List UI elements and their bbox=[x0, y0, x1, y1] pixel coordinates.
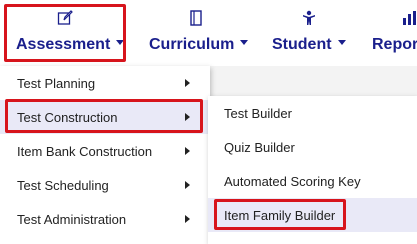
chevron-down-icon bbox=[240, 40, 249, 46]
menu-item-test-planning[interactable]: Test Planning bbox=[0, 66, 210, 100]
chevron-down-icon bbox=[337, 40, 346, 46]
nav-reports-label: Repor bbox=[372, 36, 417, 53]
highlight-box-item-family-builder bbox=[214, 199, 346, 230]
nav-student[interactable]: Student bbox=[262, 0, 352, 66]
chevron-right-icon bbox=[185, 79, 190, 87]
menu-item-label: Test Administration bbox=[17, 212, 127, 227]
notebook-icon bbox=[189, 10, 203, 31]
chevron-right-icon bbox=[185, 147, 190, 155]
submenu-item-automated-scoring-key[interactable]: Automated Scoring Key bbox=[208, 164, 417, 198]
nav-reports[interactable]: Repor bbox=[362, 0, 417, 66]
nav-student-label: Student bbox=[272, 36, 346, 54]
menu-item-test-scheduling[interactable]: Test Scheduling bbox=[0, 168, 210, 202]
menu-item-item-bank-construction[interactable]: Item Bank Construction bbox=[0, 134, 210, 168]
highlight-box-test-construction bbox=[5, 99, 203, 133]
top-navigation-bar: Assessment Curriculum Student Repor bbox=[0, 0, 417, 66]
menu-item-label: Item Bank Construction bbox=[17, 144, 153, 159]
highlight-box-assessment bbox=[4, 4, 126, 62]
menu-item-label: Test Planning bbox=[17, 76, 96, 91]
submenu-item-quiz-builder[interactable]: Quiz Builder bbox=[208, 130, 417, 164]
assessment-dropdown-menu: Test Planning Test Construction Item Ban… bbox=[0, 66, 210, 244]
nav-curriculum-label: Curriculum bbox=[149, 36, 249, 54]
chevron-right-icon bbox=[185, 181, 190, 189]
chart-icon bbox=[402, 10, 417, 31]
student-icon bbox=[302, 10, 316, 31]
menu-item-label: Test Scheduling bbox=[17, 178, 109, 193]
menu-item-test-administration[interactable]: Test Administration bbox=[0, 202, 210, 236]
submenu-item-test-builder[interactable]: Test Builder bbox=[208, 96, 417, 130]
nav-curriculum[interactable]: Curriculum bbox=[141, 0, 251, 66]
submenu-item-label: Test Builder bbox=[224, 106, 292, 121]
submenu-item-label: Quiz Builder bbox=[224, 140, 295, 155]
submenu-item-label: Automated Scoring Key bbox=[224, 174, 361, 189]
chevron-right-icon bbox=[185, 215, 190, 223]
